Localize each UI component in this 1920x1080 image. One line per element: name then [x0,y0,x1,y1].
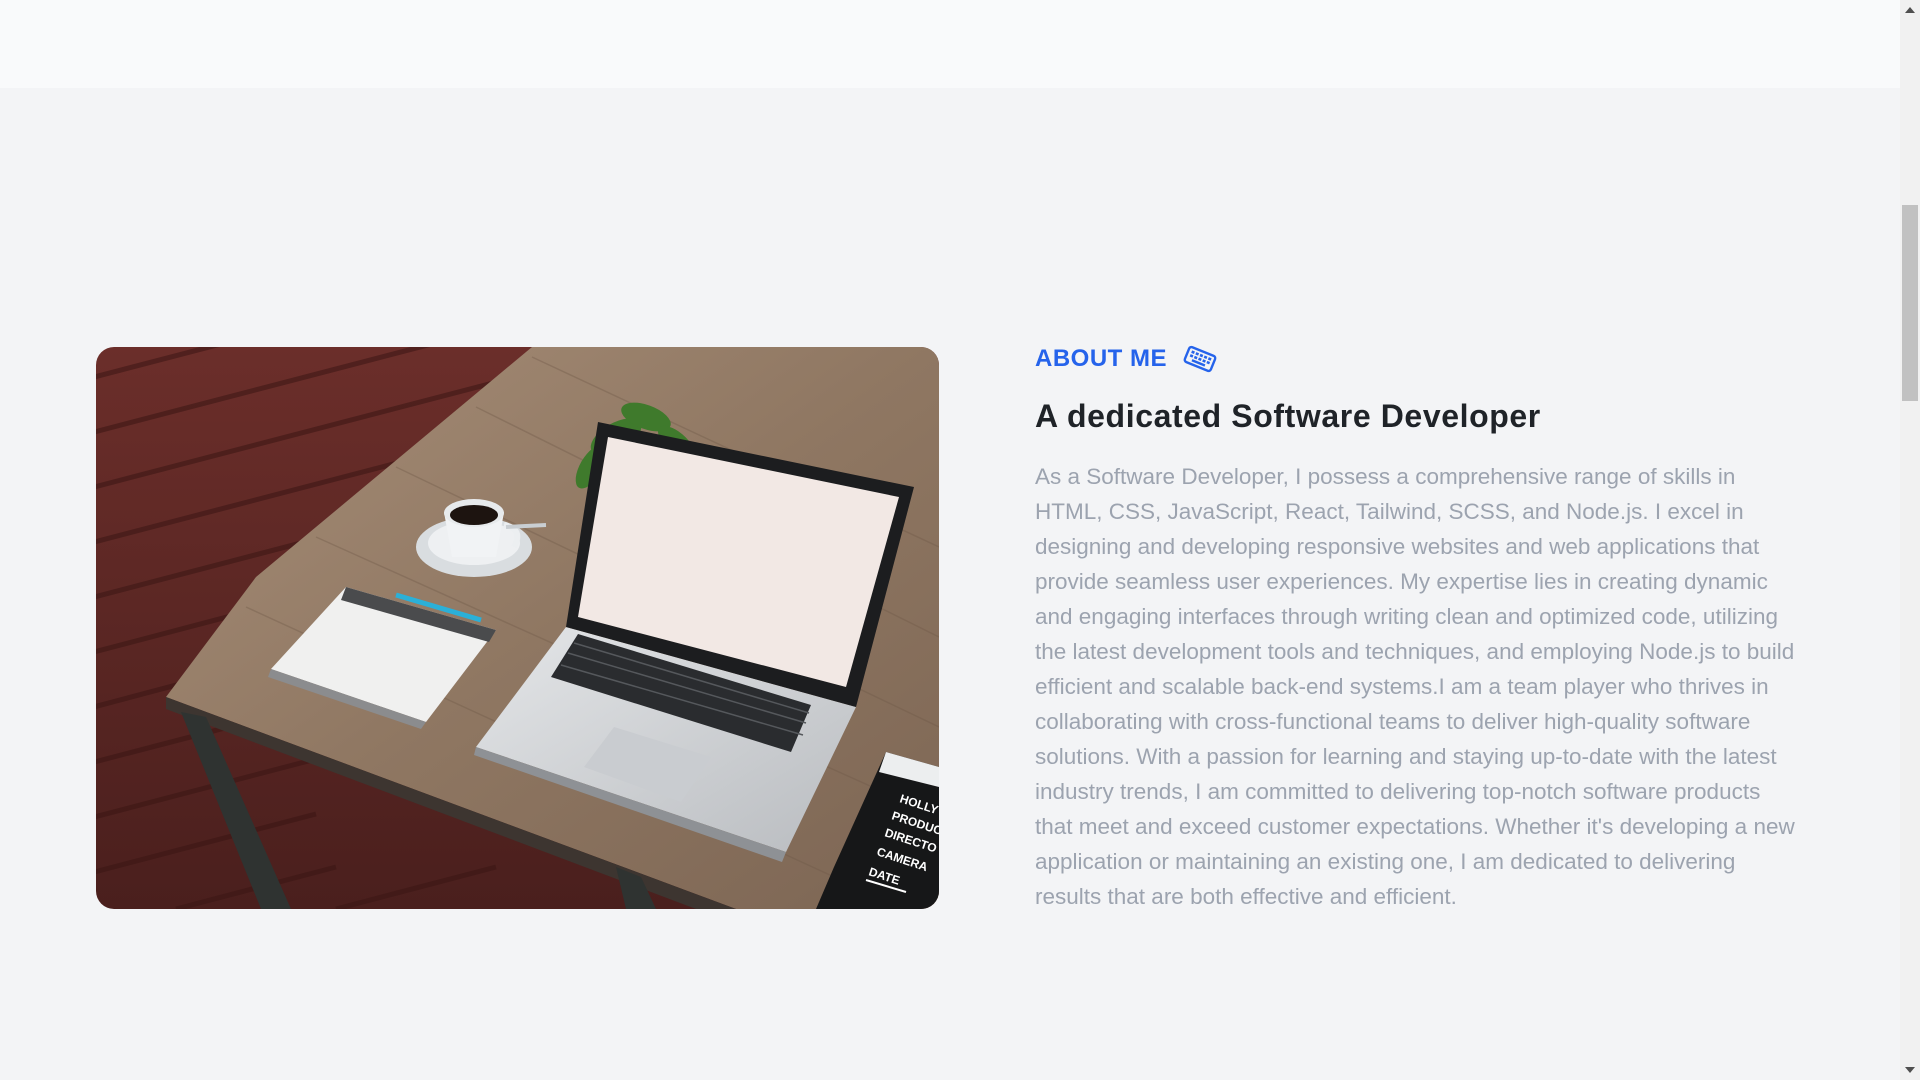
scroll-up-arrow-icon[interactable] [1905,7,1915,13]
top-header-band [0,0,1900,88]
vertical-scrollbar[interactable] [1900,0,1920,1080]
about-kicker: ABOUT ME [1035,340,1805,378]
about-description: As a Software Developer, I possess a com… [1035,464,1795,909]
scrollbar-thumb[interactable] [1902,205,1918,401]
about-text-column: ABOUT ME A dedicated Software Developer … [1035,340,1805,914]
about-photo: HOLLY PRODUC DIRECTO CAMERA DATE [96,347,939,909]
about-title: A dedicated Software Developer [1035,398,1541,434]
keyboard-icon [1183,342,1217,376]
about-kicker-label: ABOUT ME [1035,345,1167,372]
scroll-down-arrow-icon[interactable] [1905,1067,1915,1073]
